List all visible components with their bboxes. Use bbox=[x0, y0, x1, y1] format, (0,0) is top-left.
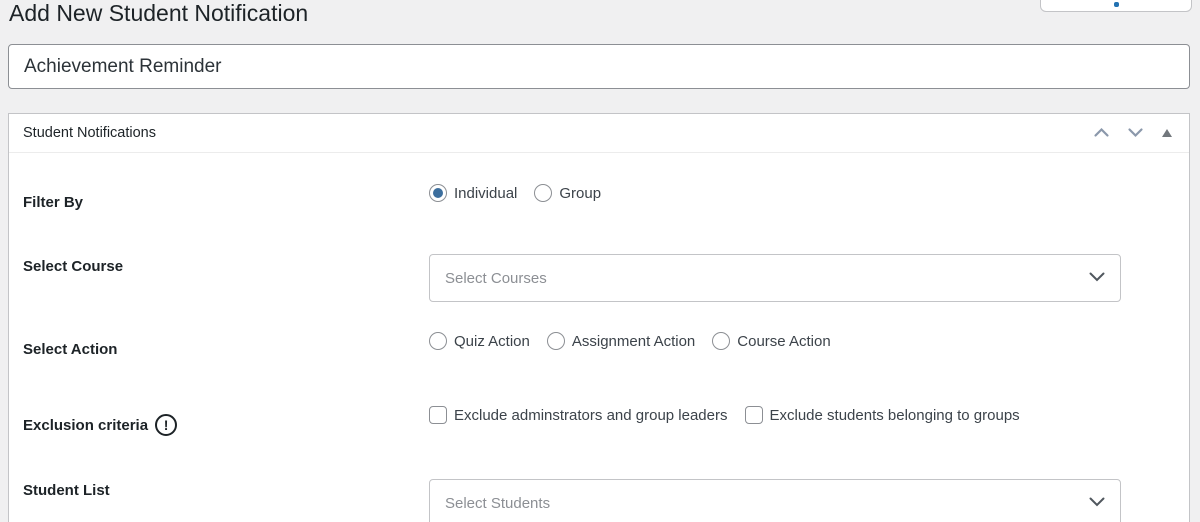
alert-circle-icon[interactable]: ! bbox=[155, 414, 177, 436]
metabox-body: Filter By Individual Group Select Co bbox=[9, 153, 1189, 522]
student-list-label-text: Student List bbox=[23, 482, 110, 499]
radio-option-individual[interactable]: Individual bbox=[429, 184, 517, 202]
chevron-down-icon bbox=[1127, 126, 1144, 141]
chevron-down-icon bbox=[1089, 269, 1105, 287]
chevron-down-icon bbox=[1089, 494, 1105, 512]
metabox-title: Student Notifications bbox=[23, 125, 156, 141]
checkbox-icon[interactable] bbox=[429, 406, 447, 424]
radio-icon[interactable] bbox=[429, 184, 447, 202]
radio-option-group[interactable]: Group bbox=[534, 184, 601, 202]
checkbox-option-exclude-admins[interactable]: Exclude adminstrators and group leaders bbox=[429, 406, 728, 424]
radio-icon[interactable] bbox=[429, 332, 447, 350]
metabox-handle-icons bbox=[1091, 124, 1175, 143]
form-row-filter-by: Filter By Individual Group bbox=[23, 184, 1175, 211]
radio-label: Individual bbox=[454, 185, 517, 202]
screen-options-button[interactable] bbox=[1040, 0, 1192, 12]
exclusion-criteria-label: Exclusion criteria ! bbox=[23, 406, 429, 436]
form-row-select-course: Select Course Select Courses bbox=[23, 254, 1175, 302]
filter-by-control: Individual Group bbox=[429, 184, 1175, 211]
chevron-up-icon bbox=[1093, 126, 1110, 141]
checkbox-label: Exclude students belonging to groups bbox=[770, 407, 1020, 424]
radio-option-quiz-action[interactable]: Quiz Action bbox=[429, 332, 530, 350]
radio-option-course-action[interactable]: Course Action bbox=[712, 332, 830, 350]
radio-label: Assignment Action bbox=[572, 333, 695, 350]
form-row-exclusion-criteria: Exclusion criteria ! Exclude adminstrato… bbox=[23, 406, 1175, 436]
screen-options-glyph bbox=[1114, 2, 1119, 7]
move-up-button[interactable] bbox=[1091, 124, 1112, 143]
student-notifications-metabox: Student Notifications Filter bbox=[8, 113, 1190, 522]
dropdown-placeholder: Select Students bbox=[445, 495, 550, 512]
select-courses-dropdown[interactable]: Select Courses bbox=[429, 254, 1121, 302]
notification-title-input[interactable] bbox=[8, 44, 1190, 89]
radio-icon[interactable] bbox=[712, 332, 730, 350]
select-action-label-text: Select Action bbox=[23, 341, 117, 358]
select-course-control: Select Courses bbox=[429, 254, 1175, 302]
select-course-label: Select Course bbox=[23, 254, 429, 302]
select-action-label: Select Action bbox=[23, 332, 429, 358]
radio-label: Course Action bbox=[737, 333, 830, 350]
student-list-control: Select Students bbox=[429, 479, 1175, 522]
select-course-label-text: Select Course bbox=[23, 258, 123, 275]
select-action-radio-group: Quiz Action Assignment Action Course Act… bbox=[429, 332, 1175, 350]
radio-label: Group bbox=[559, 185, 601, 202]
collapse-triangle-icon bbox=[1161, 126, 1173, 141]
form-row-select-action: Select Action Quiz Action Assignment Act… bbox=[23, 332, 1175, 358]
dropdown-placeholder: Select Courses bbox=[445, 270, 547, 287]
page-title: Add New Student Notification bbox=[9, 0, 308, 29]
filter-by-label-text: Filter By bbox=[23, 194, 83, 211]
metabox-header[interactable]: Student Notifications bbox=[9, 114, 1189, 153]
radio-icon[interactable] bbox=[547, 332, 565, 350]
move-down-button[interactable] bbox=[1125, 124, 1146, 143]
exclusion-criteria-control: Exclude adminstrators and group leaders … bbox=[429, 406, 1175, 436]
checkbox-icon[interactable] bbox=[745, 406, 763, 424]
form-row-student-list: Student List Select Students bbox=[23, 479, 1175, 522]
radio-option-assignment-action[interactable]: Assignment Action bbox=[547, 332, 695, 350]
checkbox-label: Exclude adminstrators and group leaders bbox=[454, 407, 728, 424]
student-list-label: Student List bbox=[23, 479, 429, 522]
checkbox-option-exclude-group-students[interactable]: Exclude students belonging to groups bbox=[745, 406, 1020, 424]
filter-by-label: Filter By bbox=[23, 184, 429, 211]
filter-by-radio-group: Individual Group bbox=[429, 184, 1175, 202]
exclusion-checkbox-group: Exclude adminstrators and group leaders … bbox=[429, 406, 1175, 424]
select-action-control: Quiz Action Assignment Action Course Act… bbox=[429, 332, 1175, 358]
radio-label: Quiz Action bbox=[454, 333, 530, 350]
select-students-dropdown[interactable]: Select Students bbox=[429, 479, 1121, 522]
collapse-toggle-button[interactable] bbox=[1159, 124, 1175, 143]
exclusion-criteria-label-text: Exclusion criteria bbox=[23, 417, 148, 434]
radio-icon[interactable] bbox=[534, 184, 552, 202]
